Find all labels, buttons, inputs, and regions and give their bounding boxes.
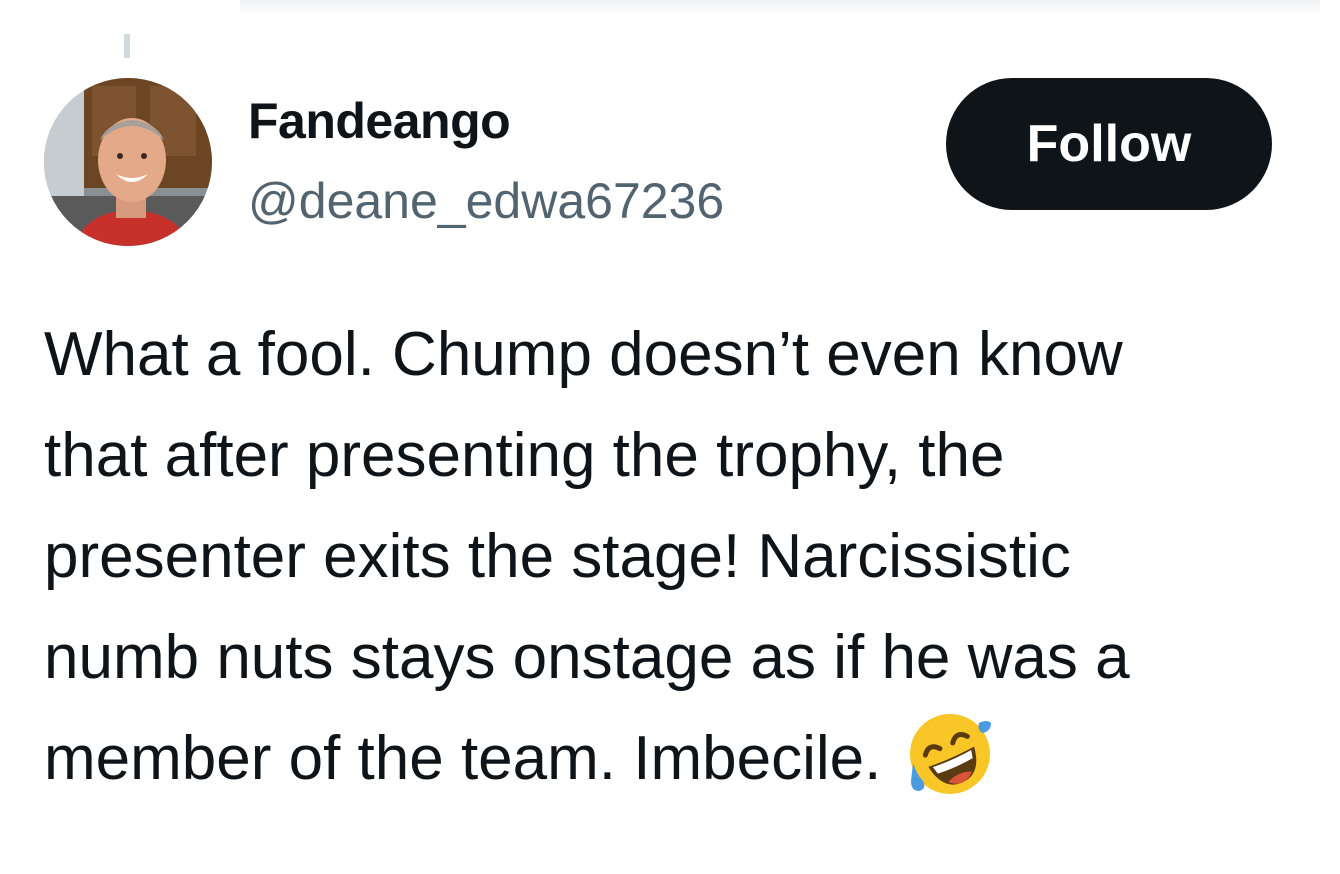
rolling-on-the-floor-laughing-icon	[907, 711, 993, 797]
profile-photo-icon	[44, 78, 212, 246]
tweet-body: What a fool. Chump doesn’t even know tha…	[44, 304, 1334, 809]
follow-button[interactable]: Follow	[946, 78, 1272, 210]
avatar[interactable]	[44, 78, 212, 246]
previous-content-edge	[240, 0, 1320, 16]
author-display-name[interactable]: Fandeango	[248, 88, 511, 154]
thread-connector-line	[124, 34, 130, 58]
author-handle[interactable]: @deane_edwa67236	[248, 168, 724, 234]
